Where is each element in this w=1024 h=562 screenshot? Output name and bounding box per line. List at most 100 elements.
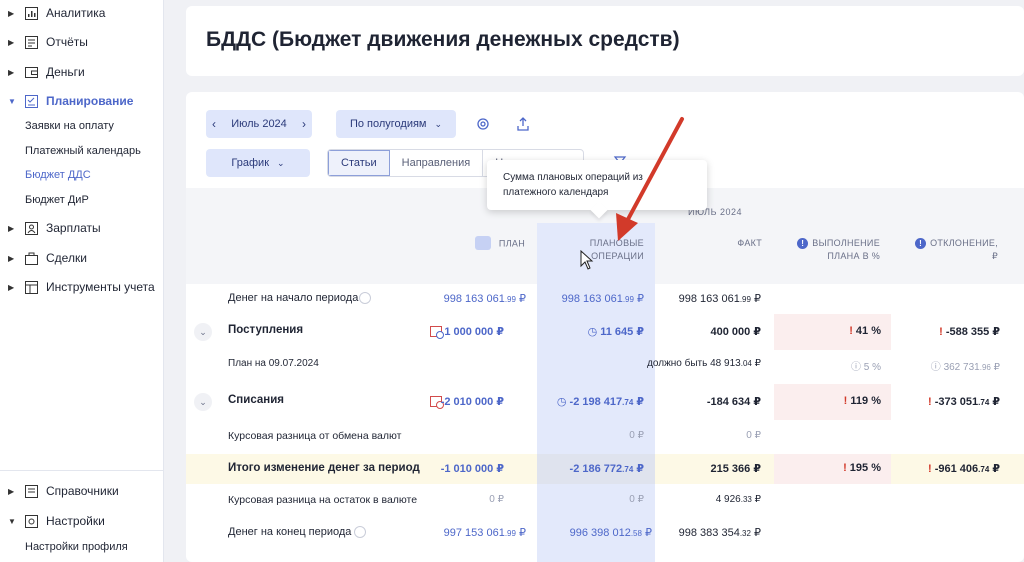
column-header-label: ОТКЛОНЕНИЕ, ₽ [930, 238, 998, 261]
cell-decimals: .58 [630, 529, 642, 538]
sidebar-item-analytics[interactable]: ▶ Аналитика [0, 2, 164, 24]
sidebar-item-label: Планирование [46, 94, 134, 108]
annotation-arrow-icon [616, 117, 684, 241]
info-icon[interactable]: ! [915, 238, 927, 250]
sidebar-item-label: Настройки [46, 514, 105, 528]
column-header-label: ОПЕРАЦИИ [591, 251, 644, 261]
sidebar-subitem-pnl-budget[interactable]: Бюджет ДиР [25, 191, 89, 209]
cell-decimals: .99 [739, 295, 751, 304]
cell-value: -961 406 [934, 463, 979, 475]
gear-icon[interactable] [473, 114, 493, 134]
column-header-fact[interactable]: ФАКТ [706, 237, 762, 250]
copy-icon[interactable] [474, 236, 491, 250]
cell-fact[interactable]: 215 366 ₽ [711, 462, 761, 475]
chevron-down-icon: ⌄ [277, 157, 285, 168]
currency: ₽ [754, 293, 761, 305]
caret-right-icon: ▶ [8, 486, 15, 496]
cell-execution[interactable]: ⓘ 5 % [851, 358, 881, 373]
cell-deviation[interactable]: ! -961 406.74 ₽ [928, 462, 1000, 475]
sidebar-item-settings[interactable]: ▼ Настройки [0, 510, 164, 532]
cell-planned-ops[interactable]: 0 ₽ [629, 430, 644, 441]
cell-plan[interactable]: -2 010 000 ₽ [441, 395, 504, 408]
cell-planned-ops[interactable]: 996 398 012.58 ₽ [570, 526, 652, 539]
cell-plan[interactable]: -1 010 000 ₽ [441, 462, 504, 475]
cell-value: -588 355 ₽ [945, 326, 1000, 338]
cell-fact[interactable]: 400 000 ₽ [711, 325, 761, 338]
sidebar-item-label: Сделки [46, 251, 87, 265]
report-icon [24, 35, 38, 49]
sidebar-item-planning[interactable]: ▼ Планирование [0, 90, 164, 112]
cell-planned-ops[interactable]: 998 163 061.99 ₽ [562, 292, 644, 305]
sidebar-item-accounting-tools[interactable]: ▶ Инструменты учета [0, 276, 164, 298]
cell-execution[interactable]: ! 119 % [844, 395, 881, 407]
sidebar-subitem-profile-settings[interactable]: Настройки профиля [25, 538, 128, 556]
cell-decimals: .74 [978, 398, 990, 407]
sidebar-item-salaries[interactable]: ▶ Зарплаты [0, 217, 164, 239]
chevron-right-icon[interactable]: › [302, 117, 306, 131]
briefcase-icon [24, 251, 38, 265]
cell-deviation[interactable]: ⓘ 362 731.96 ₽ [931, 358, 1000, 373]
calendar-clock-icon[interactable] [430, 325, 444, 339]
cell-fact[interactable]: 0 ₽ [746, 430, 761, 441]
cell-deviation[interactable]: ! -588 355 ₽ [939, 325, 1000, 338]
cell-planned-ops[interactable]: ◷ 11 645 ₽ [588, 325, 644, 338]
cell-plan[interactable]: 997 153 061.99 ₽ [444, 526, 526, 539]
info-circle-icon[interactable] [359, 292, 371, 304]
cell-fact[interactable]: 4 926.33 ₽ [716, 494, 761, 505]
cell-decimals: .74 [978, 465, 990, 474]
info-circle-icon[interactable] [354, 526, 366, 538]
cell-planned-ops[interactable]: -2 186 772.74 ₽ [570, 462, 644, 475]
cell-value: -2 186 772 [569, 463, 623, 475]
column-header-deviation[interactable]: ! ОТКЛОНЕНИЕ, ₽ [908, 237, 998, 263]
table-row-expenses: ⌄ Списания -2 010 000 ₽ ◷ -2 198 417.74 … [186, 384, 1024, 420]
row-label: План на 09.07.2024 [228, 358, 319, 369]
table-icon [24, 280, 38, 294]
cell-fact[interactable]: -184 634 ₽ [707, 395, 761, 408]
tab-articles[interactable]: Статьи [328, 150, 390, 176]
cell-value: 996 398 012 [569, 527, 631, 539]
cell-fact[interactable]: 998 163 061.99 ₽ [679, 292, 761, 305]
cell-execution[interactable]: ! 41 % [849, 325, 881, 337]
sidebar-item-deals[interactable]: ▶ Сделки [0, 247, 164, 269]
period-label[interactable]: Июль 2024 [231, 118, 287, 130]
chevron-down-icon[interactable]: ⌄ [194, 323, 212, 341]
clock-icon: ◷ [587, 326, 598, 338]
cell-value: 5 % [863, 362, 881, 373]
export-icon[interactable] [513, 114, 533, 134]
cell-deviation[interactable]: ! -373 051.74 ₽ [928, 395, 1000, 408]
column-header-label: ПЛАН [498, 238, 525, 249]
sidebar-item-reports[interactable]: ▶ Отчёты [0, 31, 164, 53]
cell-plan[interactable]: 998 163 061.99 ₽ [444, 292, 526, 305]
chevron-left-icon[interactable]: ‹ [212, 117, 216, 131]
tab-directions[interactable]: Направления [390, 150, 484, 176]
header-card: БДДС (Бюджет движения денежных средств) [186, 6, 1024, 76]
book-icon [24, 484, 38, 498]
cell-fact[interactable]: должно быть 48 913.04 ₽ [647, 358, 761, 369]
cell-decimals: .96 [979, 363, 991, 372]
currency: ₽ [636, 396, 644, 408]
cell-fact[interactable]: 998 383 354.32 ₽ [679, 526, 761, 539]
sidebar-subitem-payment-calendar[interactable]: Платежный календарь [25, 142, 141, 160]
chart-dropdown[interactable]: График ⌄ [206, 149, 310, 177]
grouping-dropdown[interactable]: По полугодиям ⌄ [336, 110, 456, 138]
sidebar-subitem-cashflow-budget[interactable]: Бюджет ДДС [25, 166, 91, 184]
cell-planned-ops[interactable]: ◷ -2 198 417.74 ₽ [557, 395, 644, 408]
cell-value: 41 % [855, 325, 881, 337]
cell-execution[interactable]: ! 195 % [843, 462, 881, 474]
cell-value: -373 051 [934, 396, 979, 408]
currency: ₽ [637, 293, 644, 305]
grouping-label: По полугодиям [349, 118, 427, 130]
column-header-plan[interactable]: ПЛАН [473, 236, 525, 251]
chevron-down-icon[interactable]: ⌄ [194, 393, 212, 411]
info-icon[interactable]: ! [797, 238, 809, 250]
cell-decimals: .99 [504, 295, 516, 304]
sidebar-subitem-payment-requests[interactable]: Заявки на оплату [25, 117, 114, 135]
column-header-execution[interactable]: ! ВЫПОЛНЕНИЕ ПЛАНА В % [796, 237, 880, 263]
person-icon [24, 221, 38, 235]
sidebar-item-money[interactable]: ▶ Деньги [0, 61, 164, 83]
sidebar-item-directories[interactable]: ▶ Справочники [0, 480, 164, 502]
cell-plan[interactable]: 0 ₽ [489, 494, 504, 505]
cell-plan[interactable]: 1 000 000 ₽ [444, 325, 504, 338]
cell-planned-ops[interactable]: 0 ₽ [629, 494, 644, 505]
sidebar-item-label: Деньги [46, 65, 85, 79]
